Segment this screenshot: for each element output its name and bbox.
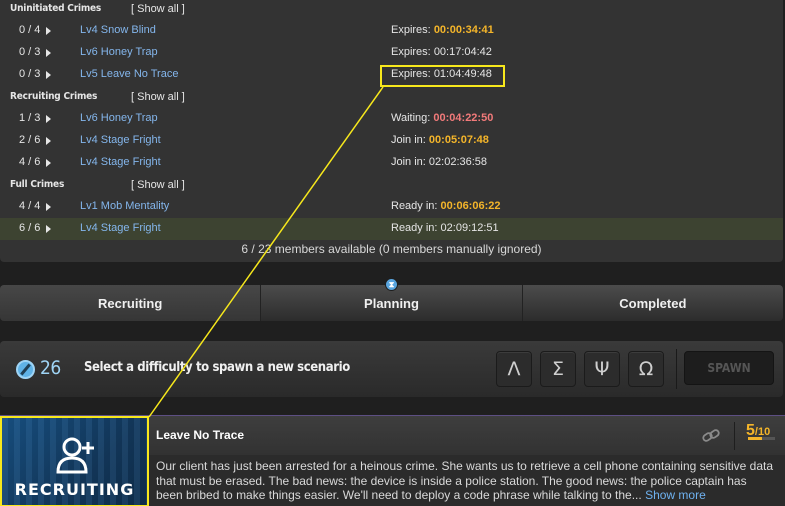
status-time: 00:05:07:48 [428,134,489,146]
crime-name-link[interactable]: Lv6 Honey Trap [80,112,158,124]
crime-name-link[interactable]: Lv1 Mob Mentality [80,200,169,212]
crime-status: Ready in: 00:06:06:22 [391,200,500,212]
crime-row[interactable]: 4 / 6 Lv4 Stage Fright Join in: 02:02:36… [0,152,783,174]
crime-row[interactable]: 4 / 4 Lv1 Mob Mentality Ready in: 00:06:… [0,196,783,218]
status-time: 02:02:36:58 [428,156,488,168]
crime-status: Ready in: 02:09:12:51 [391,222,499,234]
crime-count: 2 / 6 [19,134,41,146]
link-icon[interactable] [702,428,720,444]
crime-count: 0 / 3 [19,68,41,80]
difficulty-omega-button[interactable]: Ω [628,351,664,387]
status-time: 00:06:06:22 [440,200,501,212]
slots-progress-bar [748,437,775,440]
status-label: Join in: [391,134,426,146]
crime-count: 6 / 6 [19,222,41,234]
expand-arrow-icon[interactable] [46,203,51,211]
expand-arrow-icon[interactable] [46,49,51,57]
expand-arrow-icon[interactable] [46,27,51,35]
crimes-panel: Uninitiated Crimes [ Show all ] 0 / 4 Lv… [0,0,783,262]
status-label: Ready in: [391,222,438,234]
spawn-button[interactable]: SPAWN [684,351,774,385]
crime-row[interactable]: 2 / 6 Lv4 Stage Fright Join in: 00:05:07… [0,130,783,152]
tab-recruiting[interactable]: Recruiting [0,285,262,321]
spawn-prompt: Select a difficulty to spawn a new scena… [84,360,350,375]
expand-arrow-icon[interactable] [46,115,51,123]
crime-row[interactable]: 0 / 3 Lv6 Honey Trap Expires: 00:17:04:4… [0,42,783,64]
slots-progress-fill [748,437,762,440]
crime-name-link[interactable]: Lv4 Stage Fright [80,156,161,168]
status-label: Ready in: [391,200,438,212]
scope-count: 26 [40,357,61,379]
expand-arrow-icon[interactable] [46,71,51,79]
scenario-description: Our client has just been arrested for a … [156,459,776,503]
crime-count: 0 / 4 [19,24,41,36]
recruiting-crimes-title: Recruiting Crimes [10,91,98,102]
crime-count: 4 / 4 [19,200,41,212]
uninitiated-crimes-title: Uninitiated Crimes [10,3,102,14]
scenario-header: Leave No Trace 5/10 [149,416,785,455]
crime-count: 0 / 3 [19,46,41,58]
status-label: Join in: [391,156,426,168]
crime-row-highlighted[interactable]: 6 / 6 Lv4 Stage Fright Ready in: 02:09:1… [0,218,783,240]
full-show-all-link[interactable]: [ Show all ] [131,179,185,191]
scenario-title: Leave No Trace [156,428,245,442]
status-label: Expires: [391,24,431,36]
highlight-box [380,65,505,87]
full-crimes-title: Full Crimes [10,179,65,190]
crime-count: 4 / 6 [19,156,41,168]
status-label: Expires: [391,46,431,58]
crime-count: 1 / 3 [19,112,41,124]
crime-name-link[interactable]: Lv4 Stage Fright [80,222,161,234]
crime-name-link[interactable]: Lv4 Snow Blind [80,24,156,36]
crime-name-link[interactable]: Lv6 Honey Trap [80,46,158,58]
crime-status: Waiting: 00:04:22:50 [391,112,493,124]
tab-completed[interactable]: Completed [522,285,783,321]
status-label: Waiting: [391,112,431,124]
status-time: 00:00:34:41 [433,24,494,36]
members-available-text: 6 / 23 members available (0 members manu… [241,242,542,256]
difficulty-sigma-button[interactable]: Σ [540,351,576,387]
expand-arrow-icon[interactable] [46,159,51,167]
crime-row[interactable]: 0 / 4 Lv4 Snow Blind Expires: 00:00:34:4… [0,20,783,42]
crime-name-link[interactable]: Lv5 Leave No Trace [80,68,178,80]
status-time: 02:09:12:51 [440,222,499,234]
crime-row[interactable]: 1 / 3 Lv6 Honey Trap Waiting: 00:04:22:5… [0,108,783,130]
slots-counter: 5/10 [734,422,774,450]
spawn-bar: 26 Select a difficulty to spawn a new sc… [0,341,783,397]
crime-status: Expires: 00:00:34:41 [391,24,494,36]
difficulty-lambda-button[interactable]: Λ [496,351,532,387]
crime-status: Join in: 02:02:36:58 [391,156,487,168]
scope-icon [16,360,35,379]
recruiting-badge: RECRUITING [14,480,135,499]
expand-arrow-icon[interactable] [46,137,51,145]
difficulty-psi-button[interactable]: Ψ [584,351,620,387]
uninitiated-show-all-link[interactable]: [ Show all ] [131,3,185,15]
expand-arrow-icon[interactable] [46,225,51,233]
status-time: 00:17:04:42 [433,46,492,58]
crime-status: Expires: 00:17:04:42 [391,46,492,58]
divider [676,349,677,389]
recruiting-show-all-link[interactable]: [ Show all ] [131,91,185,103]
crime-status: Join in: 00:05:07:48 [391,134,489,146]
scenario-thumbnail: RECRUITING [0,416,149,506]
status-time: 00:04:22:50 [433,112,494,124]
show-more-link[interactable]: Show more [645,488,706,502]
crime-name-link[interactable]: Lv4 Stage Fright [80,134,161,146]
hourglass-icon: ⧗ [385,278,398,291]
user-plus-icon [56,437,94,474]
